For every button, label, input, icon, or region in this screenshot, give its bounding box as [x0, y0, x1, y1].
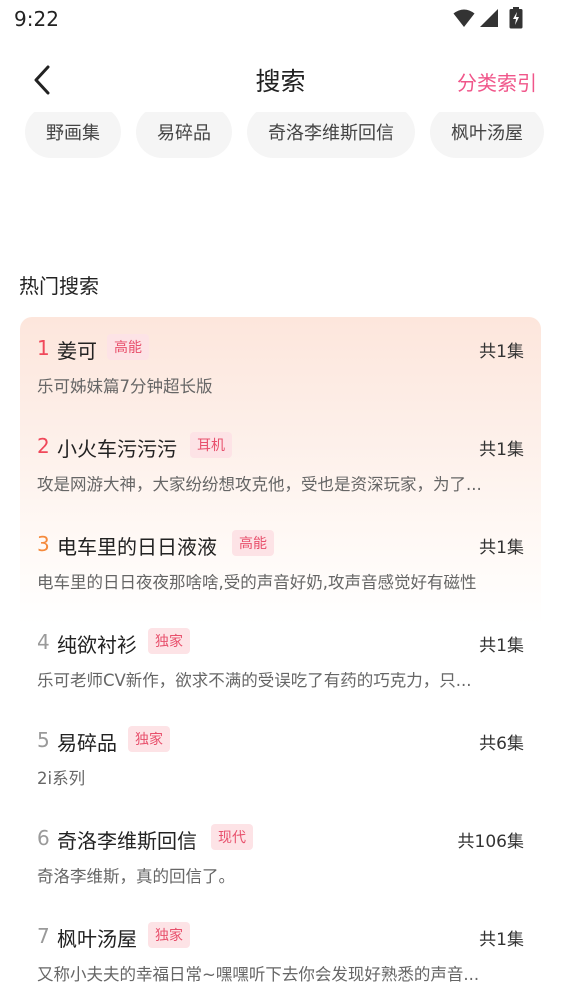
item-title: 奇洛李维斯回信 — [57, 829, 197, 853]
item-description: 2i系列 — [37, 769, 86, 788]
item-title: 纯欲衬衫 — [57, 633, 137, 657]
hot-search-item[interactable]: 1 姜可 高能 共1集 乐可姊妹篇7分钟超长版 — [37, 317, 527, 415]
episode-count: 共1集 — [479, 930, 524, 950]
item-tag: 独家 — [148, 628, 190, 654]
history-chip-list: 野画集 易碎品 奇洛李维斯回信 枫叶汤屋 — [25, 112, 545, 158]
item-tag: 耳机 — [190, 432, 232, 458]
hot-search-item[interactable]: 6 奇洛李维斯回信 现代 共106集 奇洛李维斯，真的回信了。 — [37, 807, 527, 905]
status-time: 9:22 — [14, 7, 59, 31]
item-tag: 高能 — [107, 334, 149, 360]
category-index-link[interactable]: 分类索引 — [457, 67, 537, 96]
rank-number: 3 — [37, 532, 50, 556]
item-description: 电车里的日日夜夜那啥啥,受的声音好奶,攻声音感觉好有磁性 — [37, 573, 477, 592]
rank-number: 4 — [37, 630, 50, 654]
item-title: 小火车污污污 — [57, 437, 177, 461]
hot-search-item[interactable]: 7 枫叶汤屋 独家 共1集 又称小夫夫的幸福日常~嘿嘿听下去你会发现好熟悉的声音… — [37, 905, 527, 999]
episode-count: 共1集 — [479, 440, 524, 460]
hot-search-item[interactable]: 5 易碎品 独家 共6集 2i系列 — [37, 709, 527, 807]
item-title: 易碎品 — [57, 731, 117, 755]
item-title: 电车里的日日液液 — [57, 535, 217, 559]
signal-icon — [480, 9, 498, 27]
history-chip[interactable]: 奇洛李维斯回信 — [247, 112, 415, 158]
back-button[interactable] — [22, 62, 62, 98]
wifi-icon — [453, 9, 475, 27]
item-description: 奇洛李维斯，真的回信了。 — [37, 867, 235, 886]
rank-number: 6 — [37, 826, 50, 850]
item-tag: 独家 — [148, 922, 190, 948]
item-description: 乐可老师CV新作，欲求不满的受误吃了有药的巧克力，只... — [37, 671, 472, 690]
episode-count: 共6集 — [479, 734, 524, 754]
header: 搜索 分类索引 — [0, 48, 561, 112]
history-chip[interactable]: 易碎品 — [136, 112, 232, 158]
episode-count: 共1集 — [479, 538, 524, 558]
item-tag: 高能 — [232, 530, 274, 556]
rank-number: 5 — [37, 728, 50, 752]
hot-search-title: 热门搜索 — [19, 274, 99, 298]
rank-number: 7 — [37, 924, 50, 948]
item-description: 乐可姊妹篇7分钟超长版 — [37, 377, 213, 396]
rank-number: 1 — [37, 336, 50, 360]
item-tag: 现代 — [211, 824, 253, 850]
status-icons — [453, 6, 523, 30]
status-bar: 9:22 — [0, 0, 561, 38]
hot-search-item[interactable]: 3 电车里的日日液液 高能 共1集 电车里的日日夜夜那啥啥,受的声音好奶,攻声音… — [37, 513, 527, 611]
item-description: 又称小夫夫的幸福日常~嘿嘿听下去你会发现好熟悉的声音... — [37, 965, 480, 984]
hot-search-item[interactable]: 2 小火车污污污 耳机 共1集 攻是网游大神，大家纷纷想攻克他，受也是资深玩家，… — [37, 415, 527, 513]
rank-number: 2 — [37, 434, 50, 458]
hot-search-item[interactable]: 4 纯欲衬衫 独家 共1集 乐可老师CV新作，欲求不满的受误吃了有药的巧克力，只… — [37, 611, 527, 709]
item-description: 攻是网游大神，大家纷纷想攻克他，受也是资深玩家，为了... — [37, 475, 482, 494]
chevron-left-icon — [34, 65, 50, 95]
episode-count: 共106集 — [457, 832, 524, 852]
history-chip[interactable]: 枫叶汤屋 — [430, 112, 544, 158]
item-title: 枫叶汤屋 — [57, 927, 137, 951]
history-chip[interactable]: 野画集 — [25, 112, 121, 158]
episode-count: 共1集 — [479, 636, 524, 656]
battery-charging-icon — [509, 7, 523, 29]
episode-count: 共1集 — [479, 342, 524, 362]
search-history: 野画集 易碎品 奇洛李维斯回信 枫叶汤屋 — [0, 112, 561, 242]
item-title: 姜可 — [57, 339, 97, 363]
item-tag: 独家 — [128, 726, 170, 752]
